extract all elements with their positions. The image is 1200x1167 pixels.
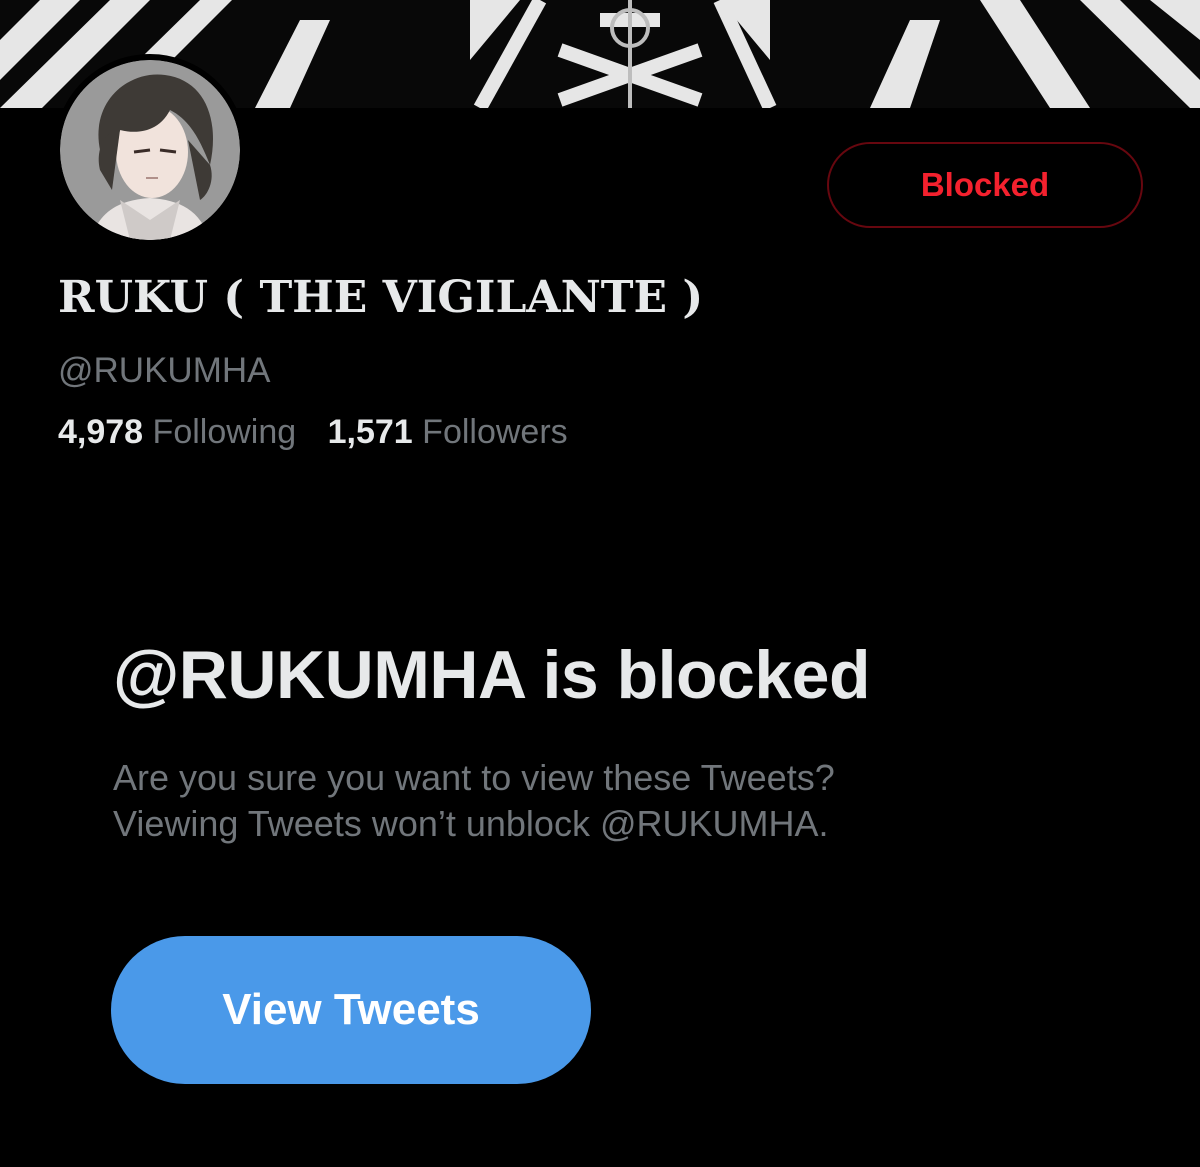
following-label: Following	[152, 413, 297, 451]
profile-handle: @RUKUMHA	[58, 351, 271, 390]
followers-link[interactable]: 1,571 Followers	[328, 413, 568, 452]
following-link[interactable]: 4,978 Following	[58, 413, 296, 452]
blocked-notice-message: Are you sure you want to view these Twee…	[113, 755, 1093, 847]
view-tweets-button[interactable]: View Tweets	[111, 936, 591, 1084]
avatar[interactable]	[54, 54, 246, 246]
blocked-notice-line-1: Are you sure you want to view these Twee…	[113, 757, 835, 798]
blocked-button-label: Blocked	[920, 166, 1050, 203]
view-tweets-label: View Tweets	[222, 985, 480, 1034]
followers-count: 1,571	[327, 413, 413, 451]
profile-stats: 4,978 Following 1,571 Followers	[58, 413, 568, 452]
profile-display-name: RUKU ( THE VIGILANTE )	[58, 272, 704, 323]
following-count: 4,978	[58, 413, 144, 451]
followers-label: Followers	[422, 413, 568, 451]
blocked-notice-line-2: Viewing Tweets won’t unblock @RUKUMHA.	[113, 803, 829, 844]
blocked-notice-title: @RUKUMHA is blocked	[113, 637, 871, 713]
blocked-button[interactable]: Blocked	[827, 142, 1143, 228]
avatar-portrait-icon	[60, 60, 240, 240]
